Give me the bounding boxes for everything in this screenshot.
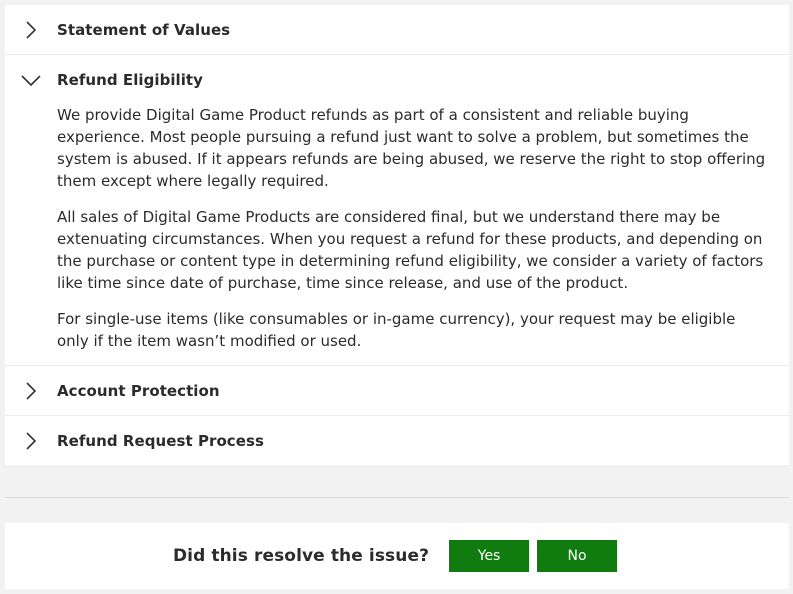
accordion-title: Refund Eligibility [57, 70, 203, 89]
chevron-right-icon [5, 366, 57, 415]
refund-paragraph-2: All sales of Digital Game Products are c… [57, 208, 764, 292]
feedback-question: Did this resolve the issue? [172, 546, 430, 566]
section-divider [5, 497, 789, 498]
accordion-header-account-protection[interactable]: Account Protection [5, 366, 789, 415]
accordion-header-refund-eligibility[interactable]: Refund Eligibility [5, 55, 789, 104]
feedback-bar: Did this resolve the issue? Yes No [5, 523, 789, 589]
accordion-title: Refund Request Process [57, 431, 264, 450]
refund-paragraph-3: For single-use items (like consumables o… [57, 310, 736, 350]
chevron-right-icon [5, 5, 57, 54]
yes-button[interactable]: Yes [449, 540, 530, 572]
accordion-item-refund-request-process: Refund Request Process [5, 416, 789, 465]
no-button[interactable]: No [537, 540, 618, 572]
accordion-body-refund-eligibility: We provide Digital Game Product refunds … [5, 104, 789, 365]
accordion-title: Account Protection [57, 381, 220, 400]
accordion-header-refund-request-process[interactable]: Refund Request Process [5, 416, 789, 465]
faq-accordion: Statement of Values Refund Eligibility W… [5, 5, 789, 465]
refund-paragraph-1: We provide Digital Game Product refunds … [57, 106, 766, 190]
accordion-item-statement-of-values: Statement of Values [5, 5, 789, 55]
accordion-header-statement-of-values[interactable]: Statement of Values [5, 5, 789, 54]
chevron-down-icon [5, 55, 57, 104]
accordion-item-account-protection: Account Protection [5, 366, 789, 416]
accordion-item-refund-eligibility: Refund Eligibility We provide Digital Ga… [5, 55, 789, 366]
chevron-right-icon [5, 416, 57, 465]
accordion-title: Statement of Values [57, 20, 231, 39]
